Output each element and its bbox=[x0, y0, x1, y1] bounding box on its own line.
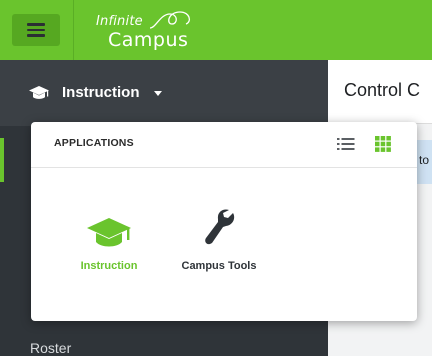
topbar-divider bbox=[73, 0, 74, 60]
top-bar: Infinite Campus bbox=[0, 0, 432, 60]
list-view-icon[interactable] bbox=[337, 136, 355, 152]
applications-menu-title: APPLICATIONS bbox=[54, 137, 134, 149]
tool-selector[interactable]: Instruction bbox=[0, 60, 328, 126]
app-tile-campus-tools[interactable]: Campus Tools bbox=[169, 209, 269, 284]
logo-line-1: Infinite bbox=[96, 14, 143, 29]
graduation-cap-icon bbox=[29, 86, 49, 99]
app-tile-instruction[interactable]: Instruction bbox=[59, 214, 159, 284]
chevron-down-icon bbox=[154, 91, 162, 96]
menu-button[interactable] bbox=[12, 14, 60, 46]
applications-menu: APPLICATIONS Instruction Campus Tools bbox=[31, 122, 417, 321]
info-banner-text: to bbox=[419, 153, 430, 167]
page-title: Control C bbox=[344, 80, 421, 100]
app-label: Instruction bbox=[80, 260, 138, 272]
page-header: Control C bbox=[328, 60, 432, 124]
infinite-campus-logo[interactable]: Infinite Campus bbox=[94, 8, 214, 52]
applications-menu-header: APPLICATIONS bbox=[31, 122, 417, 168]
app-label: Campus Tools bbox=[181, 260, 257, 272]
wrench-icon bbox=[205, 209, 235, 245]
active-indicator bbox=[0, 138, 4, 182]
grid-view-icon[interactable] bbox=[375, 136, 391, 152]
sidebar-item-roster[interactable]: Roster bbox=[30, 340, 71, 356]
logo-line-2: Campus bbox=[108, 29, 189, 51]
hamburger-icon bbox=[27, 23, 45, 37]
graduation-cap-icon bbox=[87, 218, 131, 247]
tool-selector-label: Instruction bbox=[62, 84, 140, 101]
